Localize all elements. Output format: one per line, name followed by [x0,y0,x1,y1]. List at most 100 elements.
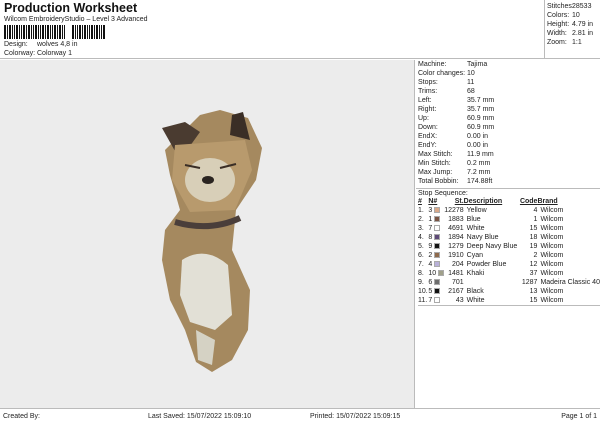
property-value: 10 [467,70,475,77]
property-label: EndY: [418,142,437,149]
row-index: 7. [418,261,424,268]
barcode-bar [77,25,78,39]
barcode-bar [35,25,37,39]
row-index: 5. [418,243,424,250]
property-label: EndX: [418,133,438,140]
table-row: 3. 7 4691 White 15 Wilcom [418,224,600,233]
column-header: Brand [537,198,558,205]
property-row: Max Jump: 7.2 mm [416,168,600,177]
needle-value: 6 [428,279,433,286]
color-swatch [434,297,441,304]
design-row: Design: wolves 4,8 in [4,41,77,48]
stat-value: 2.81 in [572,30,594,37]
color-code: 4 [533,207,538,214]
needle-number: 8 [428,233,444,242]
barcode-bar [45,25,46,39]
color-swatch [438,270,445,277]
needle-value: 8 [428,234,433,241]
row-index: 2. [418,216,424,223]
table-row: 11. 7 43 White 15 Wilcom [418,296,600,306]
needle-number: 1 [428,215,444,224]
needle-number: 7 [428,224,444,233]
color-code: 13 [529,288,538,295]
barcode-bar [59,25,61,39]
color-description [464,278,518,287]
property-label: Up: [418,115,429,122]
barcode-bar [23,25,25,39]
barcode-bar [99,25,100,39]
needle-number: 4 [428,260,444,269]
barcode-bar [12,25,13,39]
needle-value: 10 [428,270,437,277]
property-value: 68 [467,88,475,95]
stitch-count: 1481 [448,270,464,277]
property-value: 174.88ft [467,178,493,185]
barcode-bar [7,25,8,39]
color-description: Cyan [466,252,483,259]
stat-value: 10 [572,12,580,19]
barcode-bar [33,25,34,39]
color-code: 19 [529,243,538,250]
property-row: Stops: 11 [416,78,600,87]
page-title: Production Worksheet [4,1,138,15]
design-value: wolves 4,8 in [37,41,78,48]
thread-brand: Wilcom [540,207,564,214]
property-row: Up: 60.9 mm [416,114,600,123]
barcode-bar [101,25,102,39]
barcode-bar [28,25,30,39]
color-code: 18 [529,234,538,241]
color-code: 2 [533,252,538,259]
stat-value: 4.79 in [572,21,594,28]
needle-value: 7 [428,297,433,304]
color-swatch [434,207,441,214]
design-preview [0,60,415,408]
barcode [4,25,110,39]
color-code: 1 [533,216,538,223]
barcode-bar [103,25,105,39]
table-row: 6. 2 1910 Cyan 2 Wilcom [418,251,600,260]
barcode-bar [89,25,90,39]
stat-label: Height: [547,21,570,28]
stat-label: Zoom: [547,39,567,46]
stat-label: Stitches: [547,3,574,10]
stitch-count: 1279 [448,243,464,250]
column-header: St. [454,198,464,205]
color-swatch [434,261,441,268]
property-row: Min Stitch: 0.2 mm [416,159,600,168]
thread-brand: Madeira Classic 40 [540,279,600,286]
barcode-bar [9,25,11,39]
barcode-bar [50,25,51,39]
needle-value: 3 [428,207,433,214]
property-value: 0.00 in [467,142,489,149]
needle-value: 1 [428,216,433,223]
barcode-bar [19,25,20,39]
colorway-value: Colorway 1 [37,50,73,57]
barcode-bar [4,25,6,39]
property-row: Total Bobbin: 174.88ft [416,177,600,186]
color-description: Navy Blue [466,234,499,241]
property-value: Tajima [467,61,488,68]
barcode-bar [42,25,44,39]
column-header: # [418,198,422,205]
needle-value: 5 [428,288,433,295]
worksheet-header: Production Worksheet Wilcom EmbroiderySt… [0,0,600,59]
column-header: Code [519,198,538,205]
property-label: Machine: [418,61,447,68]
stat-value: 28533 [572,3,592,10]
stitch-count: 204 [451,261,464,268]
barcode-bar [62,25,63,39]
thread-brand: Wilcom [540,270,564,277]
stitch-count: 4691 [448,225,464,232]
stitch-count: 2167 [448,288,464,295]
table-row: 7. 4 204 Powder Blue 12 Wilcom [418,260,600,269]
color-swatch [434,288,441,295]
needle-number: 3 [428,206,444,215]
table-row: 1. 3 12278 Yellow 4 Wilcom [418,206,600,215]
color-swatch [434,243,441,250]
color-swatch [434,279,441,286]
barcode-bar [21,25,22,39]
property-label: Total Bobbin: [418,178,459,185]
barcode-bar [64,25,65,39]
color-description: Blue [466,216,481,223]
barcode-bar [72,25,74,39]
